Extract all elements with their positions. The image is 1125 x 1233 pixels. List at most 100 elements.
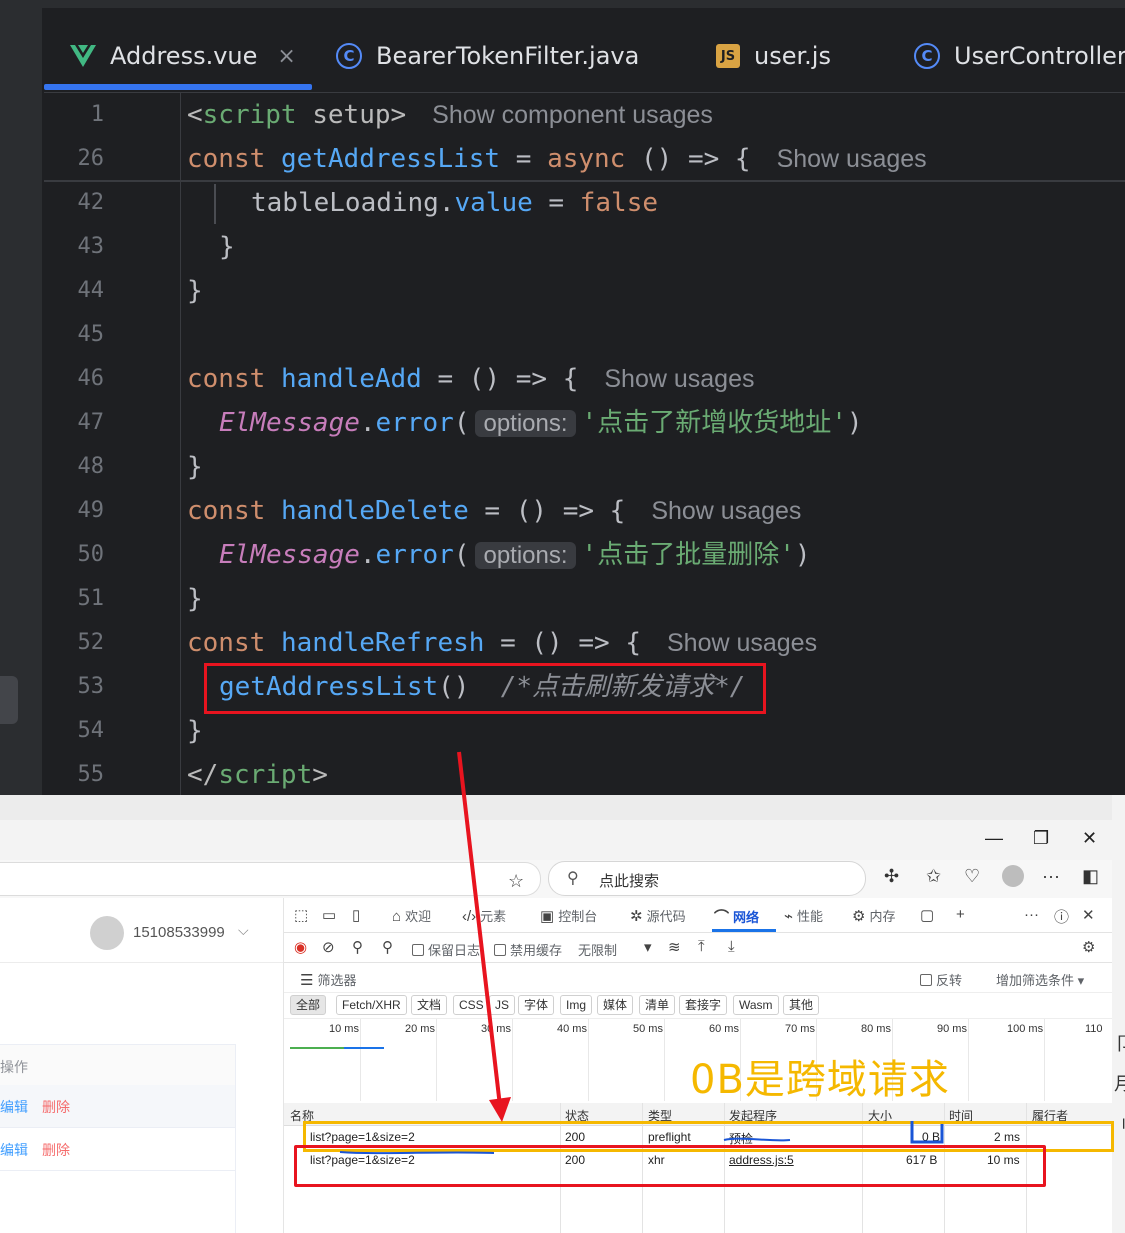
filter-chip[interactable]: 其他 (783, 995, 820, 1015)
inspect-icon[interactable]: ⬚ (294, 906, 312, 924)
edit-link[interactable]: 编辑 (0, 1097, 28, 1117)
clear-icon[interactable]: ⊘ (322, 938, 339, 956)
user-phone[interactable]: 15108533999 (133, 924, 225, 941)
tab-bearertokenfilter[interactable]: C BearerTokenFilter.java (336, 36, 639, 76)
code-line-48[interactable]: } (187, 449, 203, 485)
edit-link[interactable]: 编辑 (0, 1140, 28, 1160)
code-line-55[interactable]: </script> (187, 757, 328, 793)
tab-memory[interactable]: ⚙ 内存 (852, 906, 895, 925)
close-icon[interactable]: × (277, 44, 295, 69)
filter-chip[interactable]: 清单 (639, 995, 676, 1015)
search-input[interactable]: ⚲ 点此搜索 (548, 861, 866, 896)
filter-chip[interactable]: JS (489, 995, 516, 1015)
code-line-51[interactable]: } (187, 581, 203, 617)
tab-welcome[interactable]: ⌂ 欢迎 (392, 906, 431, 925)
inlay-hint[interactable]: Show usages (667, 629, 817, 657)
inlay-hint[interactable]: Show usages (604, 365, 754, 393)
code-line-49[interactable]: const handleDelete = () => {Show usages (187, 493, 801, 529)
tick-line (588, 1019, 589, 1101)
tick-label: 70 ms (785, 1023, 815, 1035)
line-number: 51 (77, 586, 105, 611)
filter-chip[interactable]: 套接字 (679, 995, 728, 1015)
address-bar[interactable]: ☆ (0, 862, 541, 896)
tab-console[interactable]: ▣ 控制台 (540, 906, 597, 925)
avatar[interactable] (90, 916, 124, 950)
code-line-43[interactable]: } (219, 229, 235, 265)
upload-icon[interactable]: ⤒ (698, 938, 709, 955)
gear-icon[interactable]: ⚙ (1082, 938, 1099, 956)
filter-bar: ☰ 筛选器 反转 增加筛选条件 ▾ (284, 962, 1112, 993)
code-line-42[interactable]: tableLoading.value = false (251, 185, 658, 221)
restore-icon[interactable]: ❐ (1033, 828, 1049, 849)
delete-link[interactable]: 删除 (42, 1097, 70, 1117)
js-icon: JS (716, 44, 740, 68)
favorite-star-icon[interactable]: ☆ (508, 871, 524, 892)
throttle-select[interactable]: 无限制 (578, 940, 617, 959)
health-icon[interactable]: ♡ (964, 866, 980, 887)
close-devtools-icon[interactable]: ✕ (1082, 906, 1099, 924)
timeline-bar (344, 1047, 384, 1049)
delete-link[interactable]: 删除 (42, 1140, 70, 1160)
tab-network[interactable]: ⌒ 网络 (714, 906, 759, 927)
chevron-down-icon[interactable]: ⌵ (238, 922, 249, 939)
code-line-26[interactable]: const getAddressList = async () => {Show… (187, 141, 927, 177)
tab-address-vue[interactable]: Address.vue × (70, 36, 296, 76)
column-header: 操作 (0, 1059, 28, 1075)
profile-avatar[interactable] (1002, 865, 1024, 887)
code-line-47[interactable]: ElMessage.error(options: '点击了新增收货地址') (219, 405, 863, 441)
close-window-icon[interactable]: ✕ (1082, 828, 1097, 849)
code-icon: ‹/› (462, 908, 477, 925)
add-tab-icon[interactable]: + (956, 906, 969, 923)
class-icon: C (914, 43, 940, 69)
disable-cache-checkbox[interactable]: 禁用缓存 (494, 940, 562, 959)
favorites-icon[interactable]: ✩ (926, 866, 941, 887)
tool-window-button[interactable] (0, 676, 18, 724)
filter-chip[interactable]: Fetch/XHR (336, 995, 407, 1015)
filter-chip[interactable]: 全部 (290, 995, 327, 1015)
filter-funnel-icon[interactable]: ⚲ (352, 938, 367, 956)
network-conditions-icon[interactable]: ≋ (668, 938, 685, 956)
table-row: 编辑 删除 (0, 1128, 235, 1171)
filter-chip[interactable]: CSS (453, 995, 490, 1015)
search-icon[interactable]: ⚲ (382, 938, 397, 956)
extensions-icon[interactable]: ✣ (884, 866, 899, 887)
code-line-54[interactable]: } (187, 713, 203, 749)
inlay-hint[interactable]: Show usages (777, 145, 927, 173)
tab-performance[interactable]: ⌁ 性能 (784, 906, 823, 925)
chevron-down-icon[interactable]: ▾ (644, 938, 656, 956)
filter-chip[interactable]: 媒体 (597, 995, 634, 1015)
record-icon[interactable]: ◉ (294, 938, 311, 956)
code-line-46[interactable]: const handleAdd = () => {Show usages (187, 361, 754, 397)
filter-chip[interactable]: 字体 (518, 995, 555, 1015)
tab-usercontroller[interactable]: C UserController (914, 36, 1125, 76)
preserve-log-checkbox[interactable]: 保留日志 (412, 940, 480, 959)
inlay-hint[interactable]: Show usages (651, 497, 801, 525)
code-line-52[interactable]: const handleRefresh = () => {Show usages (187, 625, 817, 661)
tab-elements[interactable]: ‹/› 元素 (462, 906, 506, 925)
code-line-44[interactable]: } (187, 273, 203, 309)
more-icon[interactable]: ··· (1042, 866, 1060, 887)
help-icon[interactable]: ⓘ (1054, 906, 1073, 927)
code-line-1[interactable]: <script setup> Show component usages (187, 97, 713, 133)
more-icon[interactable]: ··· (1024, 906, 1043, 923)
line-number: 52 (77, 630, 105, 655)
sidebar-toggle-icon[interactable]: ◧ (1082, 866, 1099, 887)
filter-input[interactable]: ☰ 筛选器 (300, 970, 356, 989)
device-icon[interactable]: ▭ (322, 906, 340, 924)
network-timeline[interactable]: 10 ms 20 ms 30 ms 40 ms 50 ms 60 ms 70 m… (284, 1018, 1112, 1103)
filter-chip[interactable]: Wasm (733, 995, 779, 1015)
tab-sources[interactable]: ✲ 源代码 (630, 906, 686, 925)
minimize-icon[interactable]: — (985, 828, 1003, 849)
application-icon[interactable]: ▢ (920, 906, 938, 924)
filter-chip[interactable]: Img (560, 995, 593, 1015)
annotation-text: 0B是跨域请求 (690, 1057, 950, 1103)
inlay-hint[interactable]: Show component usages (432, 101, 713, 129)
dock-icon[interactable]: ▯ (352, 906, 364, 924)
more-filters-dropdown[interactable]: 增加筛选条件 ▾ (996, 970, 1084, 989)
filter-chip[interactable]: 文档 (411, 995, 448, 1015)
tab-user-js[interactable]: JS user.js (716, 36, 831, 76)
invert-checkbox[interactable]: 反转 (920, 970, 962, 989)
tick-label: 80 ms (861, 1023, 891, 1035)
code-line-50[interactable]: ElMessage.error(options: '点击了批量删除') (219, 537, 811, 573)
download-icon[interactable]: ⤓ (728, 938, 739, 955)
